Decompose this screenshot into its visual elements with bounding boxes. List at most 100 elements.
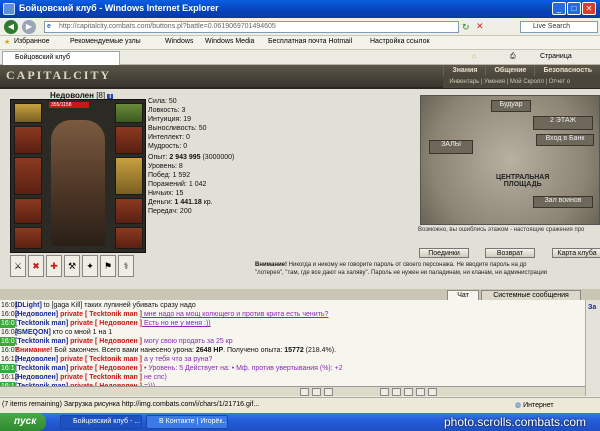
submenu-links[interactable]: Инвентарь | Умения | Мой Скролл | Отчет … bbox=[443, 76, 600, 88]
chat-private-tag[interactable]: Внимание! bbox=[15, 347, 52, 354]
close-button[interactable]: ✕ bbox=[582, 2, 596, 15]
chat-private-tag[interactable]: private [ Недоволен ] bbox=[68, 338, 142, 345]
boots-slot[interactable] bbox=[115, 227, 143, 249]
stop-icon[interactable]: ✕ bbox=[476, 21, 484, 32]
window-titlebar: Бойцовский клуб - Windows Internet Explo… bbox=[0, 0, 600, 18]
game-menu: Знания Общение Безопасность Инвентарь | Ум… bbox=[443, 65, 600, 89]
chat-tool-3[interactable] bbox=[324, 388, 333, 396]
chat-private-tag[interactable]: private [ Недоволен ] bbox=[68, 365, 142, 372]
quick-slot-5[interactable]: ✦ bbox=[82, 255, 98, 277]
page-menu[interactable]: Страница bbox=[540, 53, 572, 60]
stat-intuition: Интуиция: 19 bbox=[148, 116, 191, 123]
earring-slot[interactable] bbox=[115, 103, 143, 123]
map-floor2[interactable]: 2 ЭТАЖ bbox=[533, 116, 593, 130]
favorites-bar: ★ Избранное Рекомендуемые узлы Windows W… bbox=[0, 36, 600, 50]
chat-nick[interactable]: [Tecktonik man] bbox=[15, 365, 68, 372]
chat-nick[interactable]: [SMEQON] bbox=[15, 329, 51, 336]
quick-slot-4[interactable]: ⚒ bbox=[64, 255, 80, 277]
chat-private-tag[interactable]: private [ Tecktonik man ] bbox=[58, 311, 142, 318]
chat-text: (218.4%). bbox=[303, 347, 337, 354]
status-text: (7 items remaining) Загрузка рисунка htt… bbox=[2, 401, 260, 408]
map-bank-entrance[interactable]: Вход в Банк bbox=[536, 134, 594, 146]
fav-link-windows-media[interactable]: Windows Media bbox=[205, 38, 254, 45]
quick-slot-3[interactable]: ✚ bbox=[46, 255, 62, 277]
search-input[interactable]: Live Search bbox=[520, 21, 598, 33]
chat-private-tag[interactable]: private [ Tecktonik man ] bbox=[58, 356, 142, 363]
map-boudoir[interactable]: Будуар bbox=[491, 100, 531, 112]
minimize-button[interactable]: _ bbox=[552, 2, 566, 15]
quick-slot-6[interactable]: ⚑ bbox=[100, 255, 116, 277]
refresh-icon[interactable]: ↻ bbox=[462, 22, 470, 33]
chat-time: 16:04 bbox=[1, 329, 19, 336]
quick-slot-7[interactable]: ⚕ bbox=[118, 255, 134, 277]
chat-tool-2[interactable] bbox=[312, 388, 321, 396]
fav-link-recommended[interactable]: Рекомендуемые узлы bbox=[70, 38, 141, 45]
chat-toolbar bbox=[0, 386, 585, 396]
tab-chat[interactable]: Чат bbox=[447, 290, 479, 300]
stat-strength: Сила: 50 bbox=[148, 98, 177, 105]
return-button[interactable]: Возврат bbox=[485, 248, 535, 258]
address-input[interactable]: e http://capitalcity.combats.com/buttons.… bbox=[44, 21, 459, 33]
chat-nick[interactable]: [DLight] bbox=[15, 302, 42, 309]
amulet-slot[interactable] bbox=[14, 126, 42, 154]
shield-slot[interactable] bbox=[115, 157, 143, 195]
start-button[interactable]: пуск bbox=[0, 413, 46, 431]
star-icon[interactable]: ★ bbox=[4, 38, 10, 46]
tab-label: Бойцовский клуб bbox=[15, 54, 71, 61]
menu-security[interactable]: Безопасность bbox=[534, 66, 600, 76]
character-avatar bbox=[51, 120, 105, 246]
chat-nick[interactable]: [Недоволен] bbox=[15, 374, 58, 381]
favorites-button[interactable]: Избранное bbox=[14, 38, 49, 45]
chat-nick[interactable]: [Tecktonik man] bbox=[15, 338, 68, 345]
game-header: CAPITALCITY Знания Общение Безопасность Ин… bbox=[0, 65, 600, 89]
print-icon[interactable]: ⎙ bbox=[510, 53, 516, 61]
taskbar-item-ie[interactable]: Бойцовский клуб - ... bbox=[60, 415, 142, 429]
quick-slot-1[interactable]: ⚔ bbox=[10, 255, 26, 277]
map-central-square[interactable]: ЦЕНТРАЛЬНАЯ ПЛОЩАДЬ bbox=[496, 174, 549, 188]
gloves-slot[interactable] bbox=[115, 126, 143, 154]
value: 1 042 bbox=[188, 181, 207, 188]
duels-button[interactable]: Поединки bbox=[419, 248, 469, 258]
fav-link-hotmail[interactable]: Бесплатная почта Hotmail bbox=[268, 38, 352, 45]
chat-tool-4[interactable] bbox=[380, 388, 389, 396]
stat-draws: Ничьих: 15 bbox=[148, 189, 234, 198]
label: Опыт: bbox=[148, 154, 170, 161]
stat-losses: Поражений: 1 042 bbox=[148, 180, 234, 189]
taskbar-item-vk[interactable]: В Контакте | Игорёк... bbox=[146, 415, 228, 429]
weapon-slot[interactable] bbox=[14, 157, 42, 195]
home-icon[interactable]: ⌂ bbox=[472, 53, 476, 60]
chat-row: 16:05[Tecktonik man] private [ Недоволен… bbox=[0, 337, 585, 346]
forward-icon[interactable]: ▶ bbox=[22, 20, 36, 34]
chat-tool-1[interactable] bbox=[300, 388, 309, 396]
helmet-slot[interactable] bbox=[14, 103, 42, 123]
belt-slot[interactable] bbox=[14, 227, 42, 249]
chat-tool-6[interactable] bbox=[404, 388, 413, 396]
chat-nick[interactable]: [Недоволен] bbox=[15, 311, 58, 318]
armor-slot[interactable] bbox=[14, 198, 42, 224]
chat-nick[interactable]: [Tecktonik man] bbox=[15, 320, 68, 327]
tab-bar: Бойцовский клуб ⌂ ⎙ Страница bbox=[0, 50, 600, 65]
value: 1 592 bbox=[172, 172, 191, 179]
fav-link-windows[interactable]: Windows bbox=[165, 38, 193, 45]
menu-knowledge[interactable]: Знания bbox=[443, 66, 485, 76]
chat-tool-8[interactable] bbox=[428, 388, 437, 396]
club-map-button[interactable]: Карта клуба bbox=[552, 248, 600, 258]
chat-private-tag[interactable]: private [ Tecktonik man ] bbox=[58, 374, 142, 381]
legs-slot[interactable] bbox=[115, 198, 143, 224]
fav-link-customize[interactable]: Настройка ссылок bbox=[370, 38, 430, 45]
back-icon[interactable]: ◀ bbox=[4, 20, 18, 34]
chat-tool-5[interactable] bbox=[392, 388, 401, 396]
chat-row: 16:07Внимание! Бой закончен. Всего вами … bbox=[0, 346, 585, 355]
tab-system-messages[interactable]: Системные сообщения bbox=[481, 290, 581, 300]
chat-nick[interactable]: [Недоволен] bbox=[15, 356, 58, 363]
chat-private-tag[interactable]: private [ Недоволен ] bbox=[68, 320, 142, 327]
quick-slot-2[interactable]: ✖ bbox=[28, 255, 44, 277]
chat-tabs: Чат Системные сообщения bbox=[0, 289, 600, 300]
menu-communication[interactable]: Общение bbox=[485, 66, 534, 76]
tab-fight-club[interactable]: Бойцовский клуб bbox=[2, 51, 120, 65]
maximize-button[interactable]: □ bbox=[567, 2, 581, 15]
chat-tool-7[interactable] bbox=[416, 388, 425, 396]
value: 8 bbox=[178, 163, 183, 170]
map-warriors-hall[interactable]: Зал воинов bbox=[533, 196, 593, 208]
map-halls[interactable]: ЗАЛЫ bbox=[429, 140, 473, 154]
